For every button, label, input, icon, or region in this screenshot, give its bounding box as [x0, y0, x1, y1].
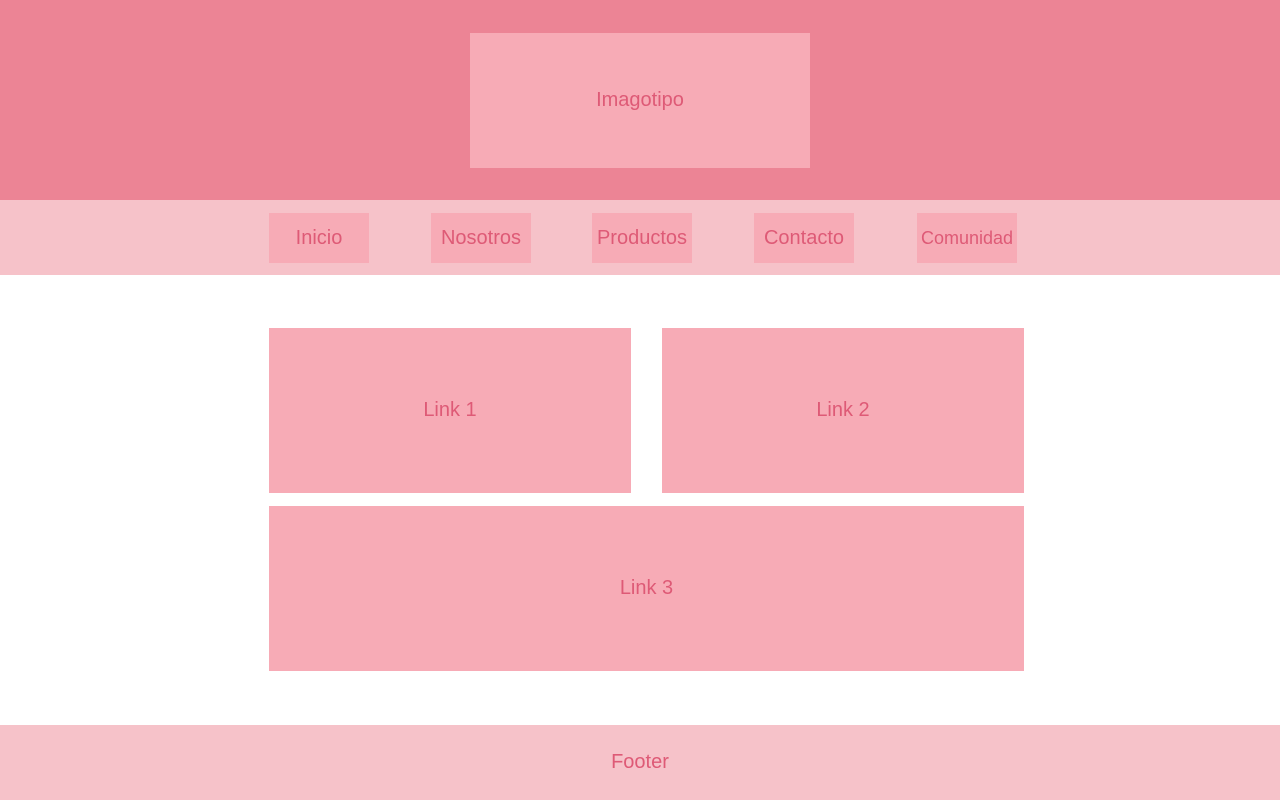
link-card-1[interactable]: Link 1	[269, 328, 631, 493]
logo-label: Imagotipo	[596, 89, 684, 111]
nav-item-inicio[interactable]: Inicio	[269, 213, 369, 263]
link-card-label: Link 3	[619, 577, 674, 599]
nav-item-nosotros[interactable]: Nosotros	[431, 213, 531, 263]
site-footer: Footer	[0, 725, 1280, 800]
nav-item-productos[interactable]: Productos	[592, 213, 692, 263]
main-navigation: Inicio Nosotros Productos Contacto Comun…	[0, 200, 1280, 275]
nav-item-label: Comunidad	[920, 227, 1014, 248]
nav-item-label: Contacto	[763, 226, 845, 249]
footer-label: Footer	[611, 751, 669, 773]
link-card-2[interactable]: Link 2	[662, 328, 1024, 493]
nav-item-label: Inicio	[295, 226, 343, 249]
logo-placeholder[interactable]: Imagotipo	[470, 33, 810, 168]
link-card-label: Link 1	[423, 399, 477, 421]
nav-item-comunidad[interactable]: Comunidad	[917, 213, 1017, 263]
nav-item-label: Nosotros	[440, 226, 522, 249]
link-card-3[interactable]: Link 3	[269, 506, 1024, 671]
site-header: Imagotipo	[0, 0, 1280, 200]
nav-item-contacto[interactable]: Contacto	[754, 213, 854, 263]
nav-item-label: Productos	[596, 226, 688, 249]
link-card-label: Link 2	[816, 399, 870, 421]
